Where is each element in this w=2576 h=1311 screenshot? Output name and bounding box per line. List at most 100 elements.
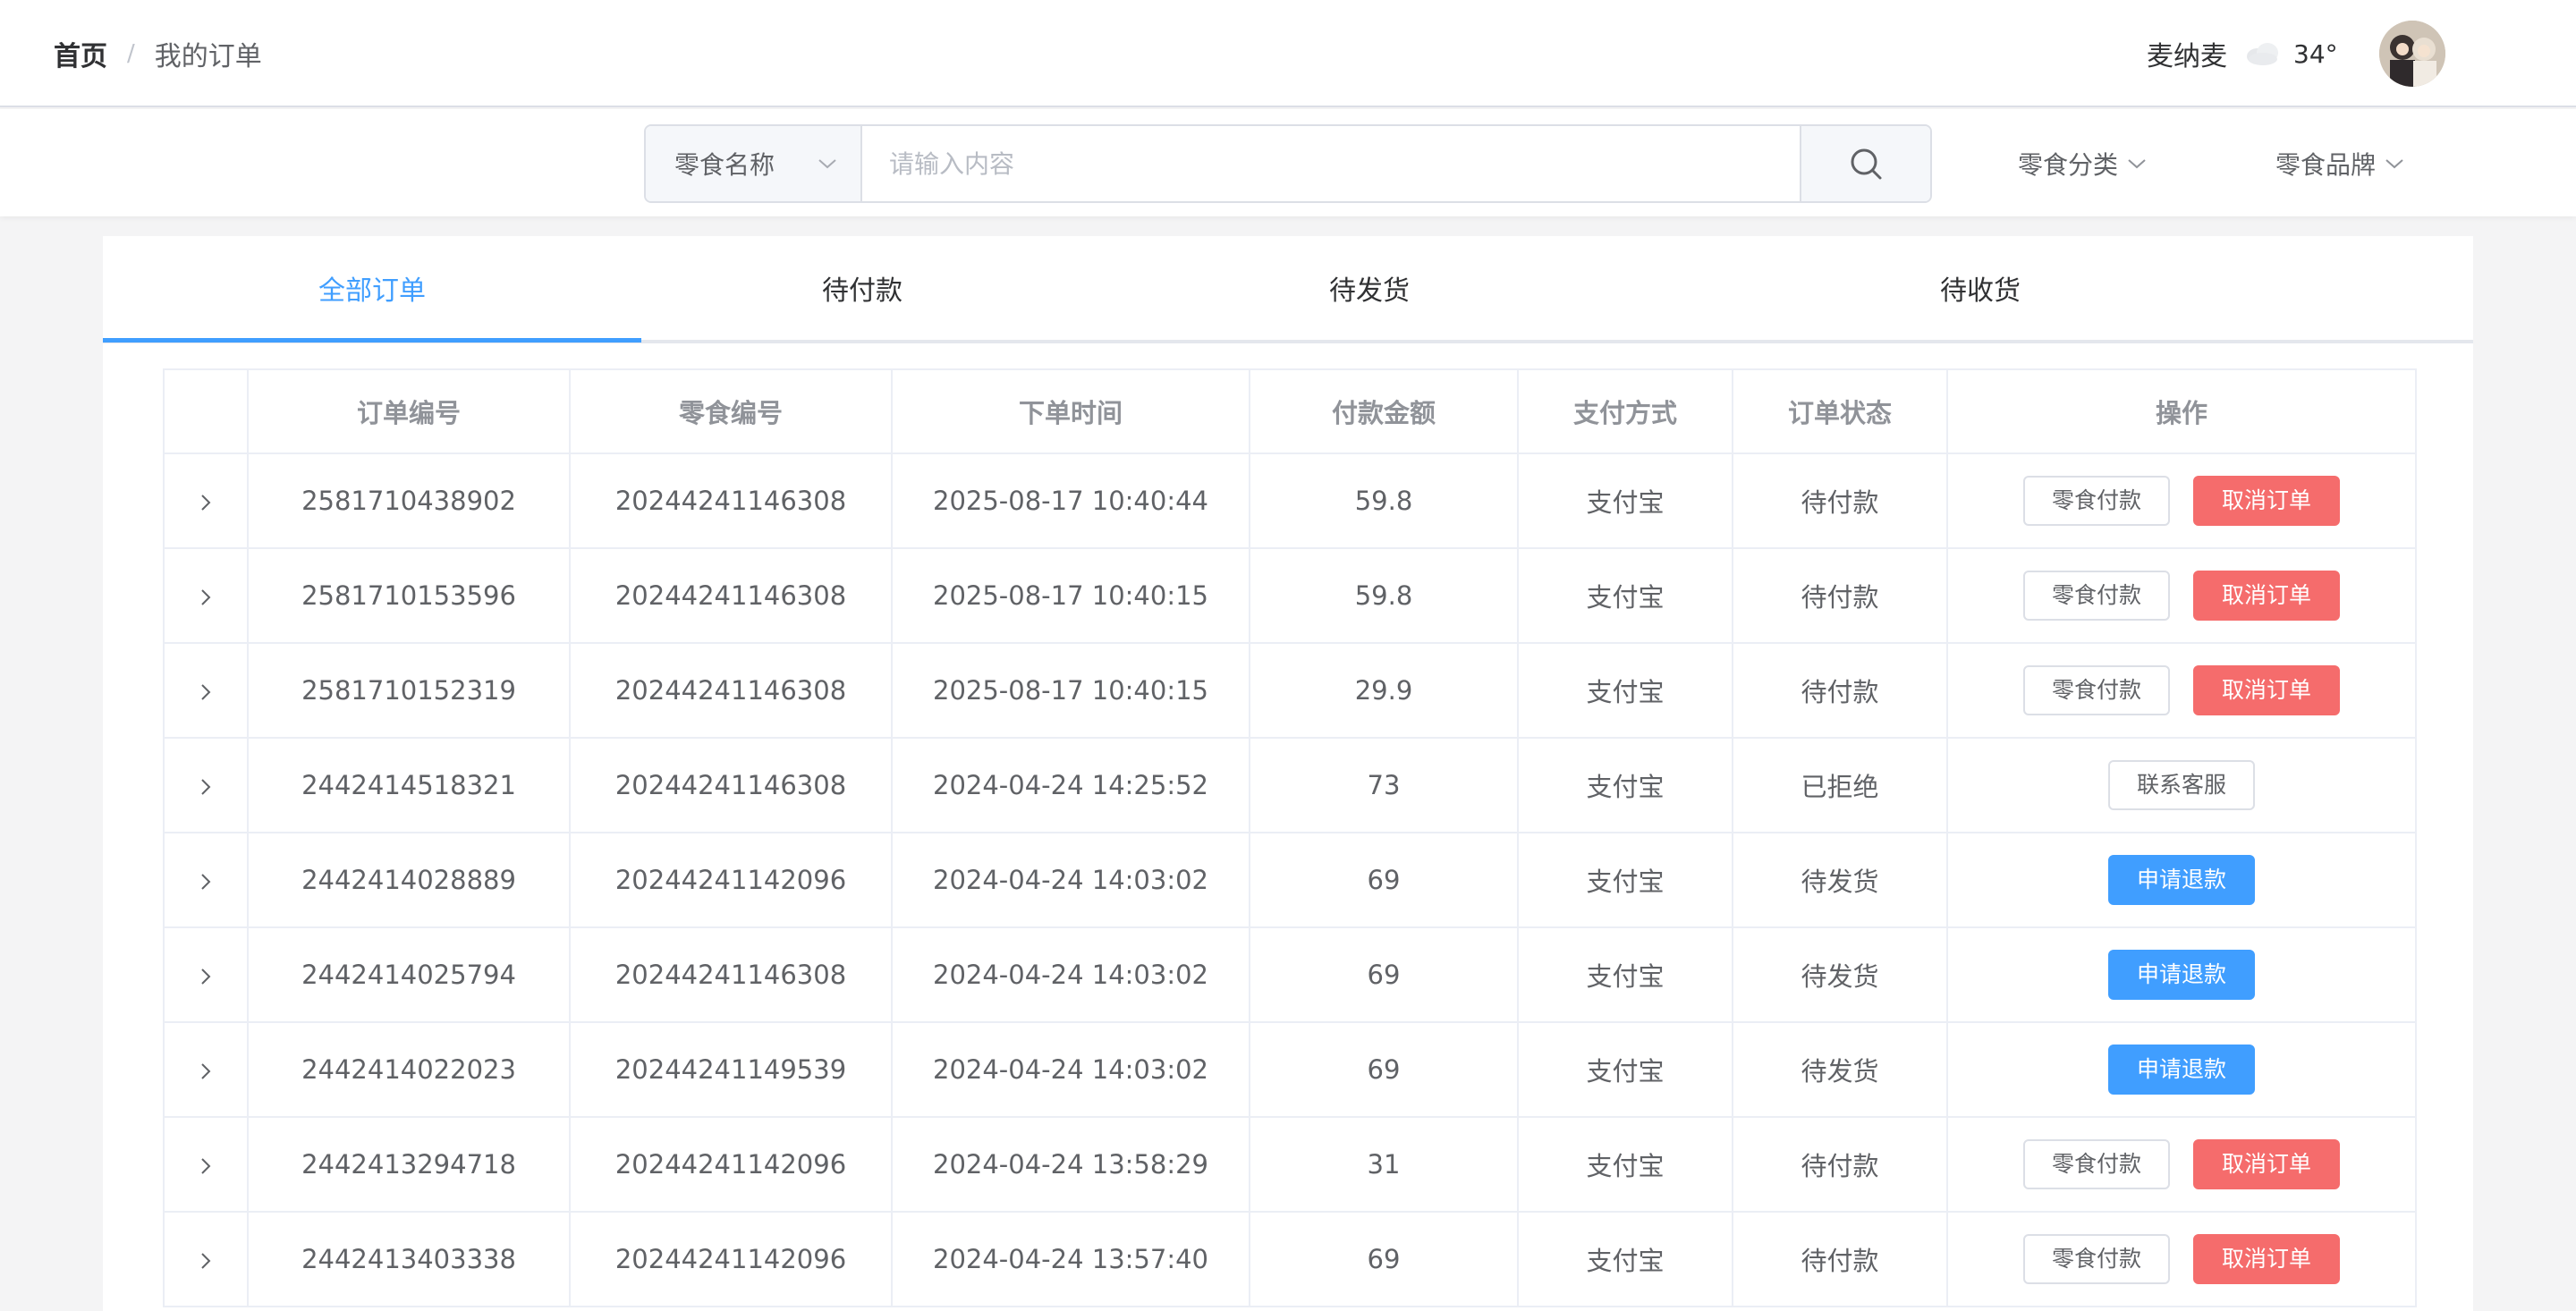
amount-cell: 69	[1249, 1211, 1519, 1307]
search-group: 零食名称	[644, 124, 1932, 203]
chevron-right-icon	[201, 968, 211, 985]
chevron-down-icon	[2128, 159, 2146, 169]
tab-pending-shipment[interactable]: 待发货	[1083, 236, 1656, 340]
chevron-right-icon	[201, 874, 211, 890]
chevron-right-icon	[201, 1253, 211, 1269]
contact-service-button[interactable]: 联系客服	[2107, 760, 2255, 810]
pay-button[interactable]: 零食付款	[2022, 665, 2170, 715]
avatar[interactable]	[2378, 21, 2445, 87]
header-status: 订单状态	[1732, 368, 1948, 454]
expand-cell[interactable]	[163, 737, 249, 833]
cancel-order-button[interactable]: 取消订单	[2193, 665, 2341, 715]
cancel-order-button[interactable]: 取消订单	[2193, 476, 2341, 526]
table-row: 2442413294718 20244241142096 2024-04-24 13…	[163, 1116, 2417, 1213]
chevron-right-icon	[201, 684, 211, 700]
status-cell: 待付款	[1732, 1116, 1948, 1213]
status-cell: 待付款	[1732, 453, 1948, 549]
expand-cell[interactable]	[163, 1116, 249, 1213]
category-filter[interactable]: 零食分类	[2018, 124, 2147, 203]
tab-all-orders[interactable]: 全部订单	[103, 236, 641, 340]
user-area: 麦纳麦 34°	[2147, 0, 2445, 107]
header-amount: 付款金额	[1249, 368, 1519, 454]
pay-button[interactable]: 零食付款	[2022, 476, 2170, 526]
order-time-cell: 2024-04-24 14:03:02	[891, 832, 1250, 928]
header-snack-no: 零食编号	[569, 368, 893, 454]
snack-no-cell: 20244241142096	[569, 832, 893, 928]
brand-filter-label: 零食品牌	[2275, 150, 2377, 180]
amount-cell: 69	[1249, 832, 1519, 928]
search-field-select[interactable]: 零食名称	[646, 126, 862, 201]
table-row: 2581710438902 20244241146308 2025-08-17 10…	[163, 453, 2417, 549]
breadcrumb-home[interactable]: 首页	[54, 34, 107, 73]
amount-cell: 69	[1249, 926, 1519, 1023]
actions-cell: 零食付款 取消订单	[1946, 547, 2417, 644]
refund-button[interactable]: 申请退款	[2107, 855, 2255, 905]
pay-button[interactable]: 零食付款	[2022, 1139, 2170, 1189]
category-filter-label: 零食分类	[2018, 150, 2119, 180]
actions-cell: 联系客服	[1946, 737, 2417, 833]
expand-cell[interactable]	[163, 1021, 249, 1118]
snack-no-cell: 20244241146308	[569, 547, 893, 644]
table-row: 2442414022023 20244241149539 2024-04-24 14…	[163, 1021, 2417, 1118]
top-header: 首页 / 我的订单 麦纳麦 34°	[0, 0, 2576, 107]
actions-cell: 申请退款	[1946, 1021, 2417, 1118]
expand-cell[interactable]	[163, 642, 249, 739]
expand-cell[interactable]	[163, 1211, 249, 1307]
header-payment-method: 支付方式	[1517, 368, 1733, 454]
chevron-right-icon	[201, 495, 211, 511]
username[interactable]: 麦纳麦	[2147, 34, 2227, 73]
order-time-cell: 2025-08-17 10:40:15	[891, 547, 1250, 644]
expand-cell[interactable]	[163, 453, 249, 549]
payment-method-cell: 支付宝	[1517, 453, 1733, 549]
actions-cell: 零食付款 取消订单	[1946, 1211, 2417, 1307]
snack-no-cell: 20244241142096	[569, 1211, 893, 1307]
cancel-order-button[interactable]: 取消订单	[2193, 571, 2341, 621]
breadcrumb: 首页 / 我的订单	[54, 0, 262, 107]
chevron-down-icon	[2385, 159, 2403, 169]
refund-button[interactable]: 申请退款	[2107, 950, 2255, 1000]
status-cell: 待付款	[1732, 1211, 1948, 1307]
tab-pending-receipt[interactable]: 待收货	[1656, 236, 2305, 340]
order-time-cell: 2025-08-17 10:40:15	[891, 642, 1250, 739]
cancel-order-button[interactable]: 取消订单	[2193, 1139, 2341, 1189]
actions-cell: 零食付款 取消订单	[1946, 642, 2417, 739]
payment-method-cell: 支付宝	[1517, 547, 1733, 644]
table-body: 2581710438902 20244241146308 2025-08-17 10…	[163, 453, 2417, 1307]
table-row: 2442414025794 20244241146308 2024-04-24 14…	[163, 926, 2417, 1023]
order-time-cell: 2024-04-24 14:03:02	[891, 1021, 1250, 1118]
pay-button[interactable]: 零食付款	[2022, 1234, 2170, 1284]
chevron-right-icon	[201, 1158, 211, 1174]
cancel-order-button[interactable]: 取消订单	[2193, 1234, 2341, 1284]
order-no-cell: 2581710153596	[247, 547, 571, 644]
order-no-cell: 2442414518321	[247, 737, 571, 833]
refund-button[interactable]: 申请退款	[2107, 1045, 2255, 1095]
order-no-cell: 2581710438902	[247, 453, 571, 549]
order-time-cell: 2025-08-17 10:40:44	[891, 453, 1250, 549]
pay-button[interactable]: 零食付款	[2022, 571, 2170, 621]
expand-cell[interactable]	[163, 926, 249, 1023]
chevron-right-icon	[201, 779, 211, 795]
expand-cell[interactable]	[163, 547, 249, 644]
active-tab-indicator	[103, 338, 641, 343]
search-icon	[1851, 148, 1882, 180]
expand-cell[interactable]	[163, 832, 249, 928]
payment-method-cell: 支付宝	[1517, 926, 1733, 1023]
status-cell: 已拒绝	[1732, 737, 1948, 833]
tab-pending-payment[interactable]: 待付款	[641, 236, 1083, 340]
table-row: 2442413403338 20244241142096 2024-04-24 13…	[163, 1211, 2417, 1307]
table-row: 2442414028889 20244241142096 2024-04-24 14…	[163, 832, 2417, 928]
status-cell: 待付款	[1732, 642, 1948, 739]
search-button[interactable]	[1800, 126, 1930, 201]
snack-no-cell: 20244241146308	[569, 642, 893, 739]
order-no-cell: 2442414022023	[247, 1021, 571, 1118]
amount-cell: 31	[1249, 1116, 1519, 1213]
brand-filter[interactable]: 零食品牌	[2275, 124, 2404, 203]
amount-cell: 73	[1249, 737, 1519, 833]
order-no-cell: 2442413294718	[247, 1116, 571, 1213]
payment-method-cell: 支付宝	[1517, 642, 1733, 739]
status-cell: 待付款	[1732, 547, 1948, 644]
table-row: 2581710152319 20244241146308 2025-08-17 10…	[163, 642, 2417, 739]
search-input[interactable]	[862, 126, 1800, 201]
amount-cell: 69	[1249, 1021, 1519, 1118]
header-order-time: 下单时间	[891, 368, 1250, 454]
